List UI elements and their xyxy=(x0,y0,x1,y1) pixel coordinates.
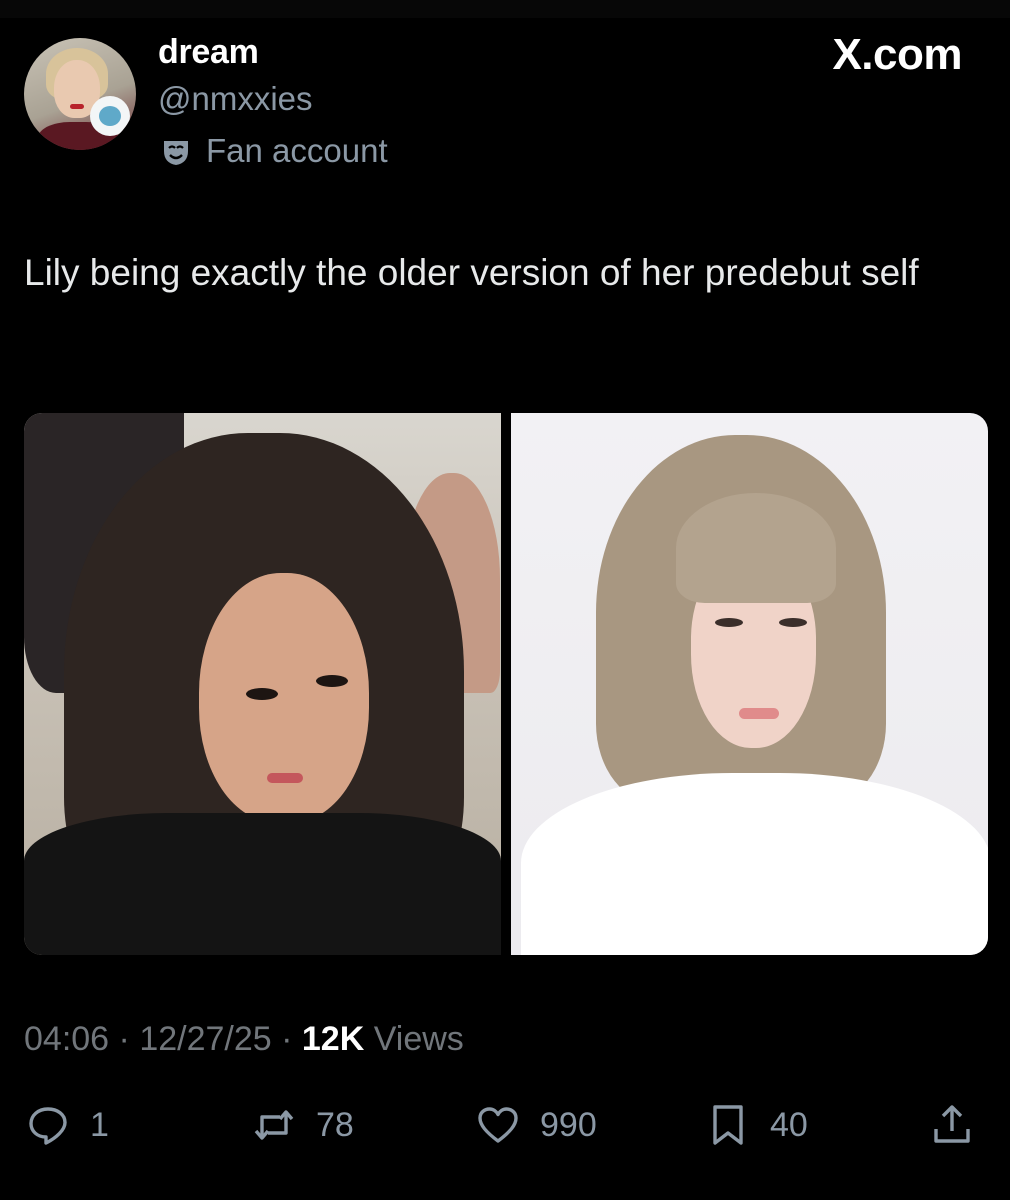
top-edge xyxy=(0,0,1010,18)
site-logo: X.com xyxy=(832,30,962,79)
account-label: Fan account xyxy=(206,132,388,169)
like-count: 990 xyxy=(540,1105,597,1144)
bookmark-count: 40 xyxy=(770,1105,808,1144)
avatar[interactable] xyxy=(24,38,136,150)
photo-current[interactable] xyxy=(511,413,988,955)
reply-button[interactable]: 1 xyxy=(26,1100,109,1150)
repost-button[interactable]: 78 xyxy=(252,1100,354,1150)
views-count: 12K xyxy=(301,1020,365,1058)
eye xyxy=(715,618,743,627)
eye xyxy=(246,688,278,700)
repost-icon xyxy=(252,1103,296,1147)
share-button[interactable] xyxy=(930,1100,974,1150)
user-handle[interactable]: @nmxxies xyxy=(158,80,313,118)
photo-predebut[interactable] xyxy=(24,413,501,955)
eye xyxy=(779,618,807,627)
tweet-date[interactable]: 12/27/25 xyxy=(139,1020,271,1058)
share-icon xyxy=(930,1103,974,1147)
heart-icon xyxy=(476,1103,520,1147)
views-label: Views xyxy=(364,1020,464,1058)
lips xyxy=(739,708,779,719)
tweet-media[interactable] xyxy=(24,413,988,955)
jacket xyxy=(24,813,501,955)
reply-icon xyxy=(26,1103,70,1147)
repost-count: 78 xyxy=(316,1105,354,1144)
display-name[interactable]: dream xyxy=(158,33,259,72)
like-button[interactable]: 990 xyxy=(476,1100,597,1150)
meta-separator: · xyxy=(271,1020,302,1058)
bangs xyxy=(676,493,836,603)
bookmark-icon xyxy=(706,1103,750,1147)
tweet-meta: 04:06 · 12/27/25 · 12K Views xyxy=(24,1020,464,1064)
lips xyxy=(267,773,303,783)
avatar-badge xyxy=(90,96,130,136)
tweet-text: Lily being exactly the older version of … xyxy=(24,252,919,293)
shirt xyxy=(521,773,988,955)
account-label-row: Fan account xyxy=(160,131,388,171)
reply-count: 1 xyxy=(90,1105,109,1144)
eye xyxy=(316,675,348,687)
face xyxy=(199,573,369,823)
bookmark-button[interactable]: 40 xyxy=(706,1100,808,1150)
tweet-time[interactable]: 04:06 xyxy=(24,1020,109,1058)
theater-mask-icon xyxy=(160,135,192,167)
avatar-lips xyxy=(70,104,84,109)
meta-separator: · xyxy=(109,1020,140,1058)
